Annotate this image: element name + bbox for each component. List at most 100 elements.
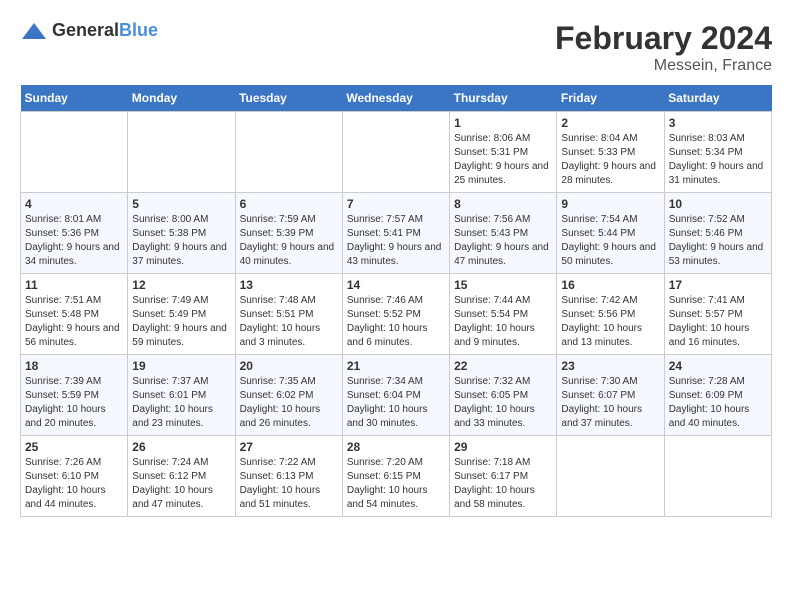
day-number: 19 [132,359,230,373]
header: GeneralBlue February 2024 Messein, Franc… [20,20,772,75]
day-info: Sunrise: 7:51 AM Sunset: 5:48 PM Dayligh… [25,294,123,350]
day-info: Sunrise: 7:20 AM Sunset: 6:15 PM Dayligh… [347,456,445,512]
day-info: Sunrise: 8:01 AM Sunset: 5:36 PM Dayligh… [25,213,123,269]
calendar-cell [235,112,342,193]
subtitle: Messein, France [555,57,772,75]
calendar-cell: 25Sunrise: 7:26 AM Sunset: 6:10 PM Dayli… [21,436,128,517]
calendar-cell: 11 Sunrise: 7:51 AM Sunset: 5:48 PM Dayli… [21,274,128,355]
day-number: 20 [240,359,338,373]
calendar-cell [128,112,235,193]
logo-icon [20,21,48,41]
calendar-cell: 1 Sunrise: 8:06 AM Sunset: 5:31 PM Daylig… [450,112,557,193]
calendar-cell: 14 Sunrise: 7:46 AM Sunset: 5:52 PM Dayli… [342,274,449,355]
day-info: Sunrise: 8:03 AM Sunset: 5:34 PM Dayligh… [669,132,767,188]
calendar-cell: 16 Sunrise: 7:42 AM Sunset: 5:56 PM Dayli… [557,274,664,355]
calendar-cell [664,436,771,517]
day-info: Sunrise: 7:32 AM Sunset: 6:05 PM Dayligh… [454,375,552,431]
day-info: Sunrise: 8:00 AM Sunset: 5:38 PM Dayligh… [132,213,230,269]
week-row-5: 25Sunrise: 7:26 AM Sunset: 6:10 PM Dayli… [21,436,772,517]
calendar-cell: 13 Sunrise: 7:48 AM Sunset: 5:51 PM Dayli… [235,274,342,355]
week-row-4: 18Sunrise: 7:39 AM Sunset: 5:59 PM Dayli… [21,355,772,436]
main-title: February 2024 [555,20,772,57]
logo-blue: Blue [119,20,158,40]
day-number: 3 [669,116,767,130]
day-number: 8 [454,197,552,211]
day-number: 26 [132,440,230,454]
day-header-saturday: Saturday [664,85,771,112]
calendar-cell [342,112,449,193]
calendar-cell: 18Sunrise: 7:39 AM Sunset: 5:59 PM Dayli… [21,355,128,436]
day-number: 28 [347,440,445,454]
calendar-cell [21,112,128,193]
day-info: Sunrise: 7:52 AM Sunset: 5:46 PM Dayligh… [669,213,767,269]
calendar-cell: 9Sunrise: 7:54 AM Sunset: 5:44 PM Daylig… [557,193,664,274]
logo-text: GeneralBlue [52,20,158,41]
calendar-cell: 5 Sunrise: 8:00 AM Sunset: 5:38 PM Daylig… [128,193,235,274]
calendar-cell: 2Sunrise: 8:04 AM Sunset: 5:33 PM Daylig… [557,112,664,193]
day-number: 27 [240,440,338,454]
day-info: Sunrise: 7:22 AM Sunset: 6:13 PM Dayligh… [240,456,338,512]
day-info: Sunrise: 8:04 AM Sunset: 5:33 PM Dayligh… [561,132,659,188]
day-number: 17 [669,278,767,292]
day-info: Sunrise: 7:59 AM Sunset: 5:39 PM Dayligh… [240,213,338,269]
day-info: Sunrise: 7:34 AM Sunset: 6:04 PM Dayligh… [347,375,445,431]
day-info: Sunrise: 7:30 AM Sunset: 6:07 PM Dayligh… [561,375,659,431]
day-number: 6 [240,197,338,211]
calendar-cell: 10 Sunrise: 7:52 AM Sunset: 5:46 PM Dayli… [664,193,771,274]
calendar-cell: 20 Sunrise: 7:35 AM Sunset: 6:02 PM Dayli… [235,355,342,436]
day-header-wednesday: Wednesday [342,85,449,112]
calendar-cell: 26Sunrise: 7:24 AM Sunset: 6:12 PM Dayli… [128,436,235,517]
calendar-cell: 7Sunrise: 7:57 AM Sunset: 5:41 PM Daylig… [342,193,449,274]
day-info: Sunrise: 7:49 AM Sunset: 5:49 PM Dayligh… [132,294,230,350]
day-number: 7 [347,197,445,211]
day-number: 4 [25,197,123,211]
calendar-cell: 28 Sunrise: 7:20 AM Sunset: 6:15 PM Dayli… [342,436,449,517]
day-info: Sunrise: 7:56 AM Sunset: 5:43 PM Dayligh… [454,213,552,269]
day-info: Sunrise: 7:46 AM Sunset: 5:52 PM Dayligh… [347,294,445,350]
calendar-cell: 12Sunrise: 7:49 AM Sunset: 5:49 PM Dayli… [128,274,235,355]
week-row-3: 11 Sunrise: 7:51 AM Sunset: 5:48 PM Dayli… [21,274,772,355]
day-info: Sunrise: 7:28 AM Sunset: 6:09 PM Dayligh… [669,375,767,431]
calendar-cell: 8 Sunrise: 7:56 AM Sunset: 5:43 PM Daylig… [450,193,557,274]
day-number: 24 [669,359,767,373]
calendar-cell: 23Sunrise: 7:30 AM Sunset: 6:07 PM Dayli… [557,355,664,436]
logo: GeneralBlue [20,20,158,41]
header-row: SundayMondayTuesdayWednesdayThursdayFrid… [21,85,772,112]
day-number: 10 [669,197,767,211]
day-number: 11 [25,278,123,292]
day-number: 13 [240,278,338,292]
day-info: Sunrise: 7:37 AM Sunset: 6:01 PM Dayligh… [132,375,230,431]
day-info: Sunrise: 7:18 AM Sunset: 6:17 PM Dayligh… [454,456,552,512]
day-info: Sunrise: 7:48 AM Sunset: 5:51 PM Dayligh… [240,294,338,350]
title-area: February 2024 Messein, France [555,20,772,75]
day-number: 15 [454,278,552,292]
calendar-cell: 17 Sunrise: 7:41 AM Sunset: 5:57 PM Dayli… [664,274,771,355]
calendar-cell: 15Sunrise: 7:44 AM Sunset: 5:54 PM Dayli… [450,274,557,355]
day-header-monday: Monday [128,85,235,112]
calendar-cell: 21 Sunrise: 7:34 AM Sunset: 6:04 PM Dayli… [342,355,449,436]
calendar-cell: 22Sunrise: 7:32 AM Sunset: 6:05 PM Dayli… [450,355,557,436]
day-info: Sunrise: 7:39 AM Sunset: 5:59 PM Dayligh… [25,375,123,431]
calendar-table: SundayMondayTuesdayWednesdayThursdayFrid… [20,85,772,517]
day-header-tuesday: Tuesday [235,85,342,112]
calendar-cell: 19 Sunrise: 7:37 AM Sunset: 6:01 PM Dayli… [128,355,235,436]
day-info: Sunrise: 7:41 AM Sunset: 5:57 PM Dayligh… [669,294,767,350]
logo-general: General [52,20,119,40]
calendar-cell: 6 Sunrise: 7:59 AM Sunset: 5:39 PM Daylig… [235,193,342,274]
day-number: 9 [561,197,659,211]
day-info: Sunrise: 7:35 AM Sunset: 6:02 PM Dayligh… [240,375,338,431]
day-number: 25 [25,440,123,454]
week-row-1: 1 Sunrise: 8:06 AM Sunset: 5:31 PM Daylig… [21,112,772,193]
day-info: Sunrise: 7:42 AM Sunset: 5:56 PM Dayligh… [561,294,659,350]
day-number: 1 [454,116,552,130]
day-number: 14 [347,278,445,292]
day-number: 5 [132,197,230,211]
calendar-cell: 4 Sunrise: 8:01 AM Sunset: 5:36 PM Daylig… [21,193,128,274]
day-info: Sunrise: 8:06 AM Sunset: 5:31 PM Dayligh… [454,132,552,188]
calendar-cell: 27 Sunrise: 7:22 AM Sunset: 6:13 PM Dayli… [235,436,342,517]
day-number: 21 [347,359,445,373]
calendar-cell [557,436,664,517]
day-number: 29 [454,440,552,454]
calendar-cell: 29 Sunrise: 7:18 AM Sunset: 6:17 PM Dayli… [450,436,557,517]
day-number: 16 [561,278,659,292]
